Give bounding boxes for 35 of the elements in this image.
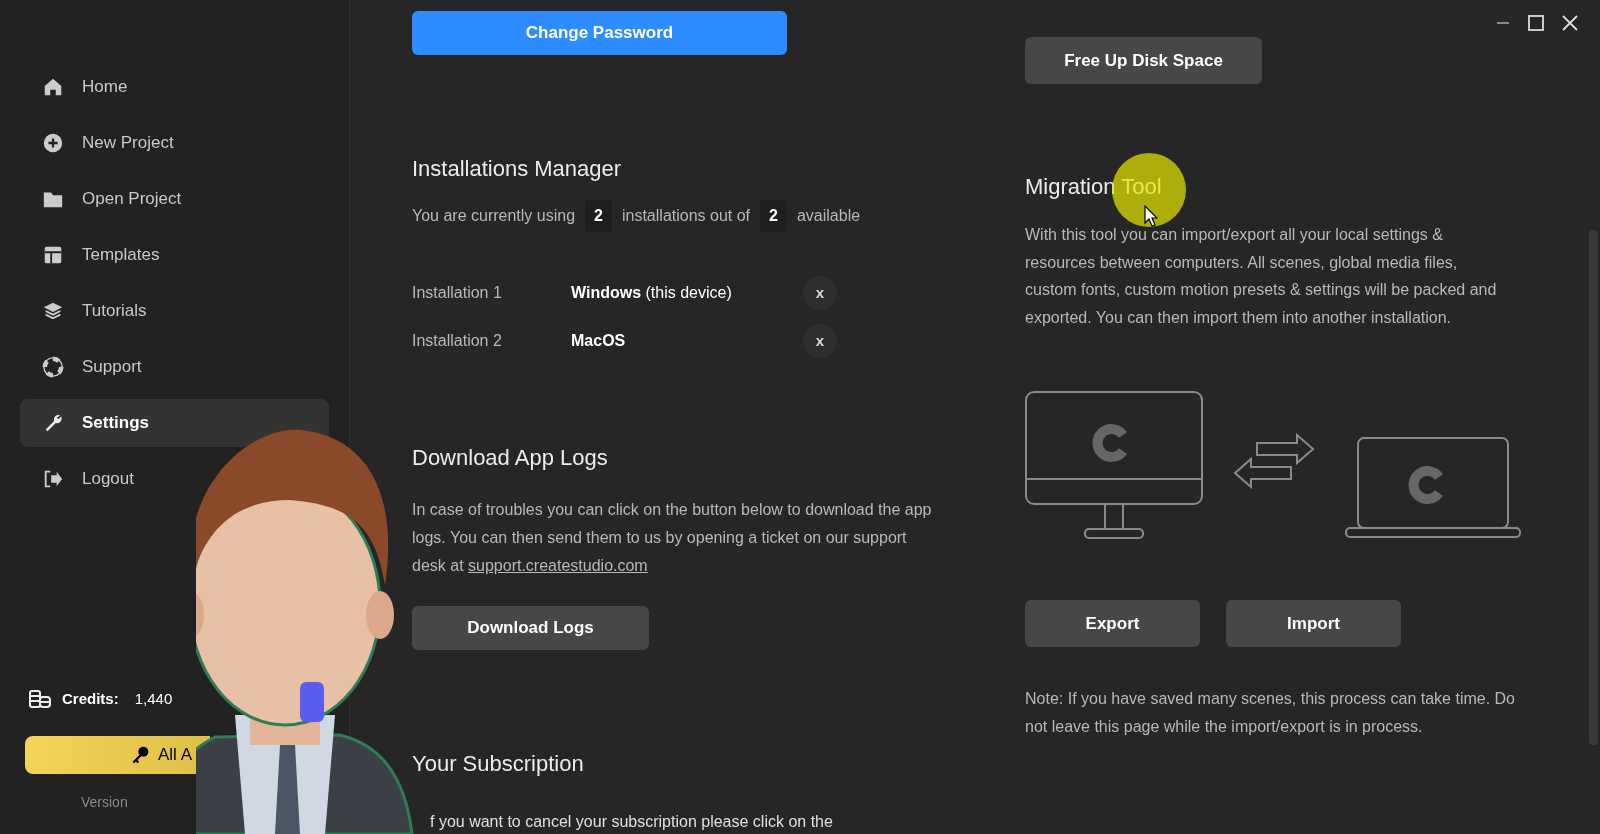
- credits-label: Credits:: [62, 688, 119, 709]
- download-logs-button[interactable]: Download Logs: [412, 606, 649, 650]
- section-title: Installations Manager: [412, 155, 623, 183]
- access-button[interactable]: All A: [25, 736, 210, 774]
- sidebar-item[interactable]: Support: [20, 343, 148, 391]
- installation-label: Installation 2: [412, 331, 503, 351]
- remove-installation-button[interactable]: x: [803, 276, 837, 310]
- credits-value: 1,440: [134, 688, 173, 709]
- sidebar-item[interactable]: Templates: [20, 231, 166, 279]
- logs-description: In case of troubles you can click on the button below to download the app logs. You can then send them to us by opening a ticket on our support desk at support.createstudio.com: [412, 500, 933, 576]
- usage-text: installations out of: [621, 206, 751, 226]
- remove-installation-button[interactable]: x: [803, 324, 837, 358]
- sidebar-item[interactable]: Open Project: [20, 175, 188, 223]
- sidebar-item[interactable]: Tutorials: [20, 287, 153, 335]
- total-count: 2: [760, 200, 787, 232]
- installation-label: Installation 1: [412, 283, 503, 303]
- section-title: Download App Logs: [412, 444, 609, 472]
- import-button[interactable]: Import: [1226, 600, 1401, 647]
- usage-text: available: [796, 206, 861, 226]
- migration-note: Note: If you have saved many scenes, this process can take time. Do not leave this page while the import/export is in process.: [1025, 689, 1516, 737]
- version-text: Version: [81, 794, 128, 810]
- sidebar-item[interactable]: Logout: [20, 455, 140, 503]
- export-button[interactable]: Export: [1025, 600, 1200, 647]
- free-up-disk-space-button[interactable]: Free Up Disk Space: [1025, 37, 1262, 84]
- migration-description: With this tool you can import/export all your local settings & resources between computers. All scenes, global media files, custom fonts, custom motion presets & settings will be packed and exported. You can then import them into another installation.: [1025, 225, 1498, 328]
- subscription-text: f you want to cancel your subscription please click on the: [430, 813, 833, 830]
- sidebar-item[interactable]: New Project: [20, 119, 180, 167]
- sidebar-item[interactable]: Home: [20, 63, 134, 111]
- device-name: Windows (this device): [571, 283, 733, 303]
- device-name: MacOS: [571, 331, 627, 351]
- used-count: 2: [585, 200, 612, 232]
- section-title: Your Subscription: [412, 750, 585, 778]
- usage-text: You are currently using: [412, 206, 576, 226]
- support-link[interactable]: support.createstudio.com: [468, 557, 648, 574]
- sidebar-item[interactable]: Settings: [20, 399, 329, 447]
